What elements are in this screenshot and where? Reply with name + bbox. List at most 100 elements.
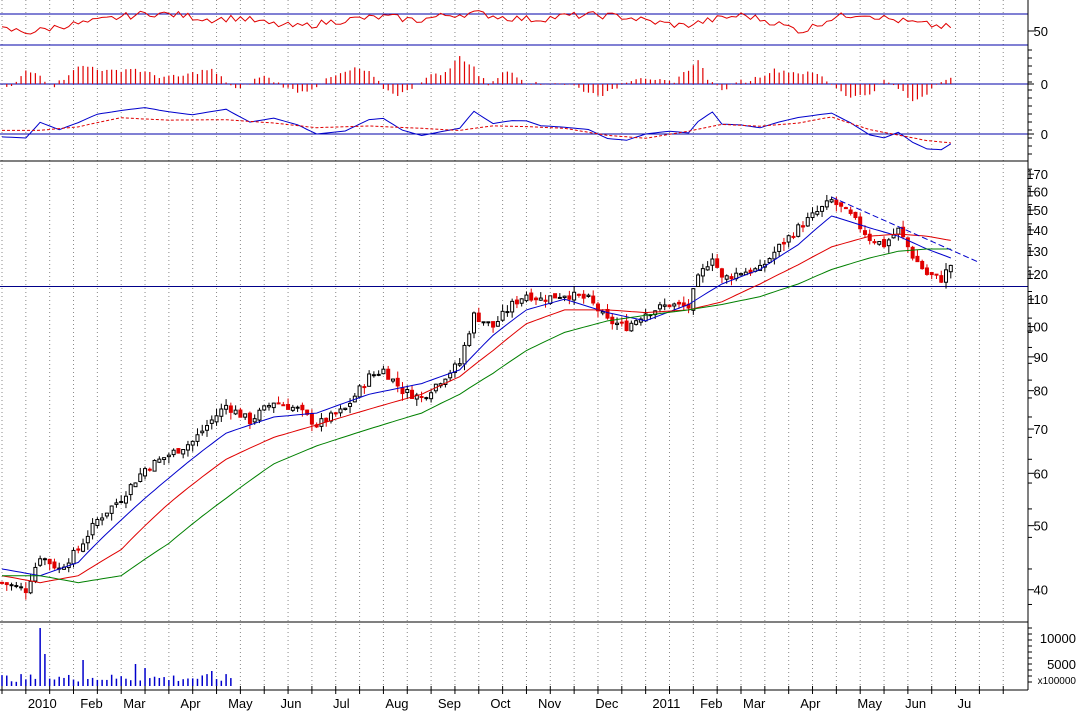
candle-body	[214, 415, 219, 423]
candle-body	[309, 412, 314, 425]
date-label: 2010	[28, 696, 57, 711]
ma-fast-line	[1, 215, 951, 577]
price-tick-label: 70	[1034, 422, 1048, 437]
date-label: May	[228, 696, 253, 711]
candle-body	[71, 549, 76, 565]
date-label: Aug	[385, 696, 408, 711]
candle-body	[376, 373, 381, 376]
candle-body	[924, 267, 929, 275]
candle-body	[834, 199, 839, 206]
candle-body	[786, 235, 791, 243]
candle-body	[481, 321, 486, 324]
candle-body	[252, 418, 257, 423]
date-label: May	[857, 696, 882, 711]
candle-body	[800, 225, 805, 228]
candle-body	[705, 266, 710, 271]
candle-body	[567, 295, 572, 300]
candle-body	[538, 297, 543, 301]
candle-body	[810, 212, 815, 219]
candle-body	[462, 344, 467, 365]
stock-chart: 4050607080901001101201301401501601705000…	[0, 0, 1076, 711]
candle-body	[47, 558, 52, 565]
candle-body	[233, 409, 238, 415]
candle-body	[386, 368, 391, 380]
candle-body	[276, 402, 281, 405]
candle-body	[190, 440, 195, 446]
candle-body	[700, 268, 705, 277]
right-axis: 4050607080901001101201301401501601705000…	[1026, 0, 1076, 690]
candle-body	[400, 387, 405, 395]
candle-body	[476, 312, 481, 323]
candle-body	[338, 408, 343, 414]
candle-body	[4, 582, 9, 586]
candle-body	[9, 584, 14, 587]
candle-body	[114, 502, 119, 505]
candle-body	[581, 293, 586, 299]
candle-body	[533, 297, 538, 301]
candle-body	[138, 473, 143, 482]
candle-body	[553, 293, 558, 299]
candle-body	[171, 449, 176, 456]
candle-body	[843, 207, 848, 210]
candle-body	[824, 200, 829, 208]
candle-body	[381, 368, 386, 375]
date-label: Dec	[595, 696, 619, 711]
candle-body	[858, 216, 863, 230]
candle-body	[605, 308, 610, 319]
candle-body	[228, 405, 233, 413]
candle-body	[266, 405, 271, 408]
macd-line	[1, 107, 952, 151]
candle-body	[719, 268, 724, 278]
candle-body	[300, 404, 305, 411]
price-tick-label: 120	[1026, 267, 1048, 282]
candle-body	[662, 304, 667, 307]
candle-body	[667, 304, 672, 308]
candle-body	[157, 458, 162, 463]
candle-body	[152, 459, 157, 472]
date-label: Mar	[123, 696, 146, 711]
candle-body	[586, 294, 591, 297]
date-label: 2011	[652, 696, 680, 711]
candle-body	[405, 388, 410, 393]
candle-body	[920, 260, 925, 270]
candle-body	[424, 397, 429, 400]
candle-body	[696, 274, 701, 288]
histogram-tick-label: 0	[1041, 77, 1048, 92]
candle-body	[371, 374, 376, 377]
candle-body	[634, 320, 639, 325]
candle-body	[491, 321, 496, 328]
date-label: Oct	[490, 696, 511, 711]
candle-body	[19, 586, 24, 589]
candle-body	[724, 275, 729, 280]
candle-body	[557, 296, 562, 299]
price-tick-label: 110	[1027, 292, 1048, 307]
candle-body	[133, 482, 138, 488]
volume-panel	[1, 628, 232, 686]
candle-body	[38, 558, 43, 566]
candle-body	[853, 211, 858, 219]
candle-body	[815, 211, 820, 215]
candle-body	[176, 448, 181, 454]
candle-body	[429, 392, 434, 400]
candle-body	[739, 273, 744, 276]
candle-body	[934, 273, 939, 276]
candle-body	[390, 378, 395, 382]
candle-body	[224, 404, 229, 410]
candle-body	[271, 402, 276, 409]
candle-body	[257, 409, 262, 421]
candle-body	[805, 217, 810, 227]
date-label: Feb	[80, 696, 102, 711]
volume-tick-label: 5000	[1047, 657, 1076, 672]
candle-body	[948, 264, 953, 273]
candle-body	[877, 241, 882, 245]
price-tick-label: 60	[1034, 466, 1048, 481]
candle-body	[457, 363, 462, 366]
price-tick-label: 150	[1026, 203, 1048, 218]
macd-signal-line	[2, 116, 951, 144]
candle-body	[166, 454, 171, 458]
candle-body	[820, 205, 825, 212]
candle-body	[119, 501, 124, 504]
candle-body	[944, 269, 949, 283]
candle-body	[619, 321, 624, 324]
candle-body	[52, 561, 57, 569]
